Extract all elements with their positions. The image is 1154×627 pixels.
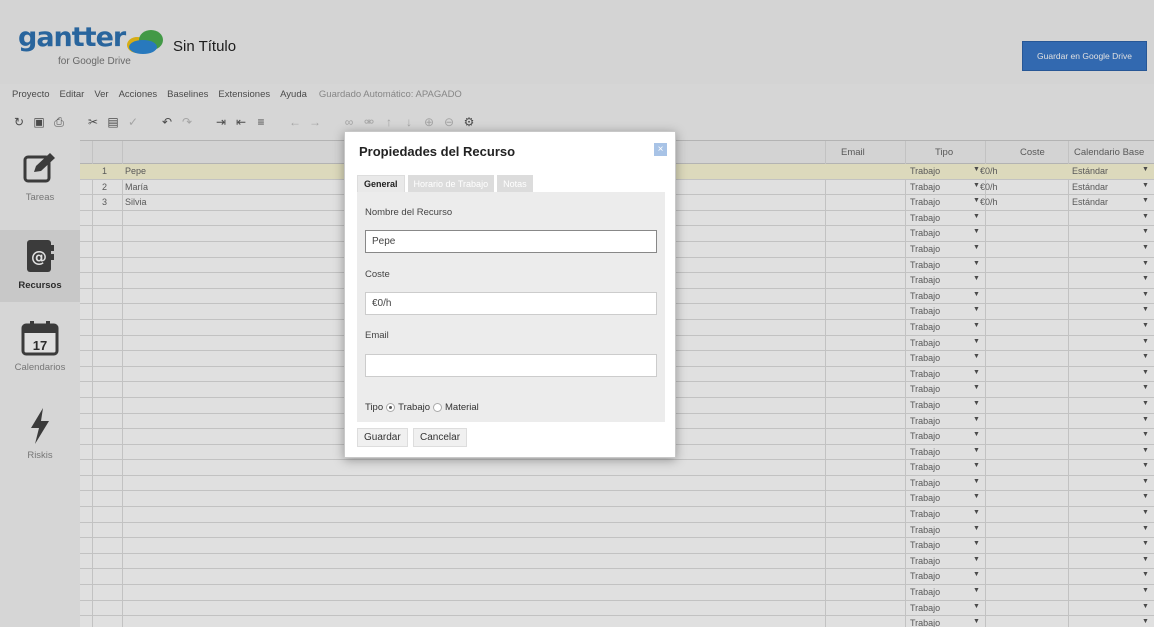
cost-label: Coste: [365, 269, 390, 280]
resource-properties-dialog: Propiedades del Recurso × General Horari…: [344, 131, 676, 458]
radio-trabajo[interactable]: [386, 403, 396, 412]
resource-name-input[interactable]: Pepe: [365, 230, 657, 253]
cost-input[interactable]: €0/h: [365, 292, 657, 315]
dialog-tabs: General Horario de Trabajo Notas: [357, 175, 533, 192]
email-label: Email: [365, 330, 389, 341]
general-panel: Nombre del Recurso Pepe Coste €0/h Email…: [357, 192, 665, 422]
dialog-title: Propiedades del Recurso: [359, 144, 516, 159]
tipo-label: Tipo: [365, 402, 384, 413]
tab-notas[interactable]: Notas: [497, 175, 533, 192]
cancel-button[interactable]: Cancelar: [413, 428, 468, 447]
name-label: Nombre del Recurso: [365, 207, 453, 218]
email-input[interactable]: [365, 354, 657, 377]
tab-general[interactable]: General: [357, 175, 405, 192]
tipo-radio-group: Tipo Trabajo Material: [365, 402, 479, 413]
save-button[interactable]: Guardar: [357, 428, 408, 447]
close-icon[interactable]: ×: [654, 143, 667, 156]
radio-trabajo-label[interactable]: Trabajo: [398, 402, 430, 413]
radio-material[interactable]: [433, 403, 442, 412]
radio-material-label[interactable]: Material: [445, 402, 479, 413]
tab-horario-de-trabajo[interactable]: Horario de Trabajo: [407, 175, 495, 192]
